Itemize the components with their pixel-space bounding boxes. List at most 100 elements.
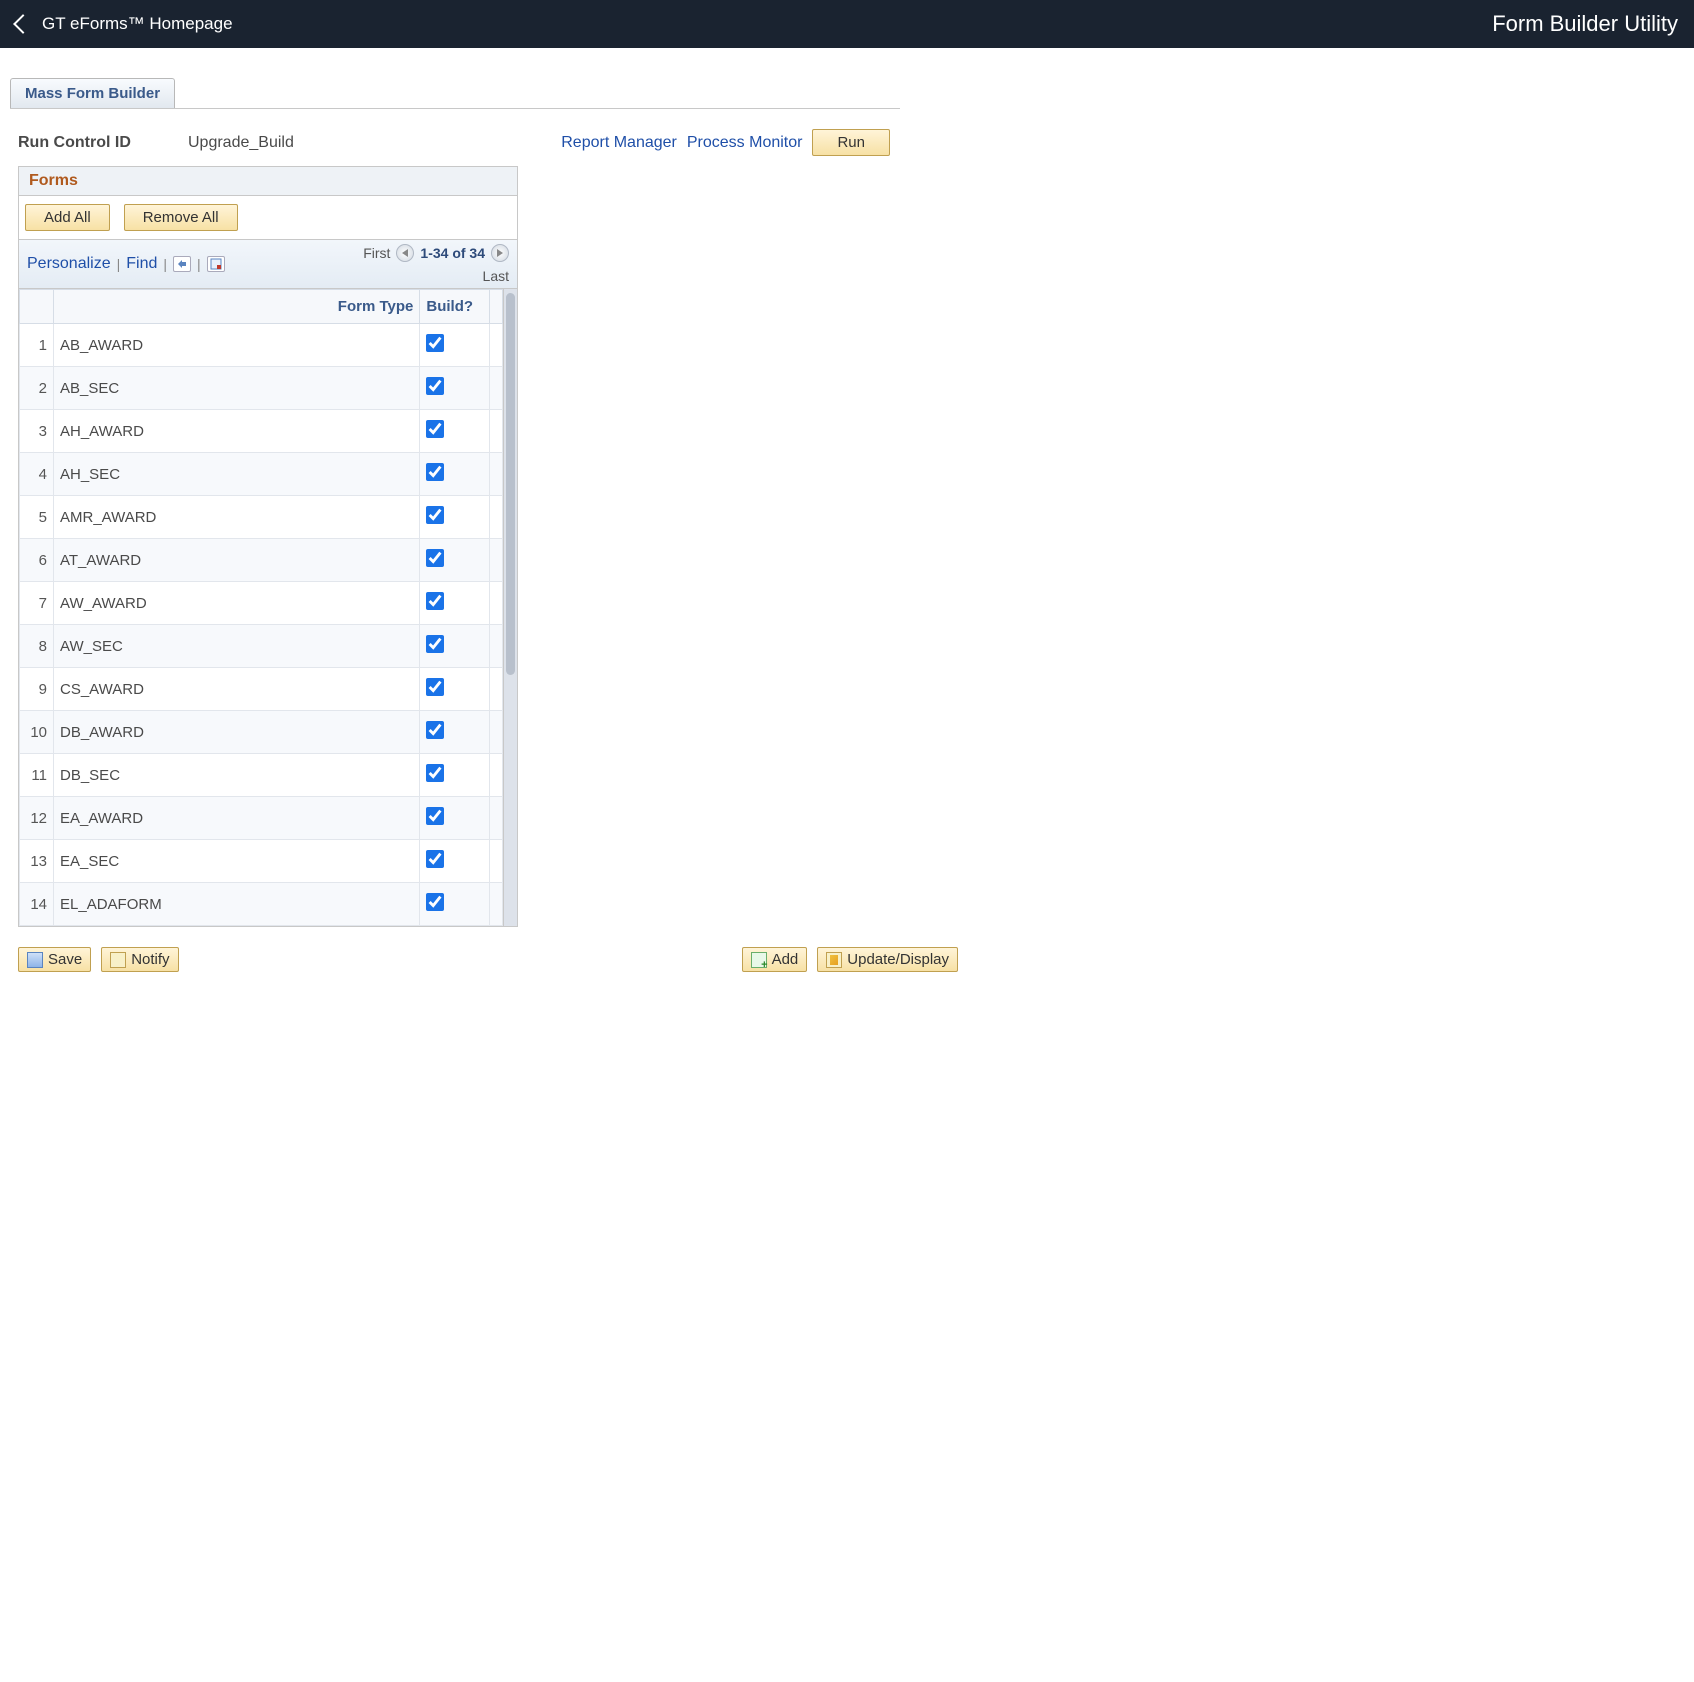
table-row: 12EA_AWARD [20, 797, 503, 840]
table-row: 11DB_SEC [20, 754, 503, 797]
zoom-icon[interactable] [173, 256, 191, 272]
add-all-button[interactable]: Add All [25, 204, 110, 231]
build-checkbox[interactable] [426, 506, 444, 524]
build-cell [420, 754, 490, 797]
build-cell [420, 367, 490, 410]
build-checkbox[interactable] [426, 850, 444, 868]
forms-box: Forms Add All Remove All Personalize | F… [18, 166, 518, 927]
run-control-row: Run Control ID Upgrade_Build Report Mana… [18, 129, 890, 156]
save-button[interactable]: Save [18, 947, 91, 972]
spacer-cell [490, 324, 503, 367]
run-control-value: Upgrade_Build [188, 134, 408, 152]
separator: | [163, 256, 167, 272]
build-checkbox[interactable] [426, 893, 444, 911]
build-checkbox[interactable] [426, 721, 444, 739]
form-type-cell: EA_AWARD [54, 797, 420, 840]
row-number: 4 [20, 453, 54, 496]
form-type-cell: AMR_AWARD [54, 496, 420, 539]
col-spacer [490, 290, 503, 324]
next-page-button[interactable] [491, 244, 509, 262]
build-checkbox[interactable] [426, 549, 444, 567]
form-type-cell: AH_AWARD [54, 410, 420, 453]
run-control-label: Run Control ID [18, 134, 168, 152]
spacer-cell [490, 410, 503, 453]
download-icon[interactable] [207, 256, 225, 272]
forms-actions: Add All Remove All [19, 196, 517, 239]
spacer-cell [490, 883, 503, 926]
run-links: Report Manager Process Monitor Run [561, 129, 890, 156]
report-manager-link[interactable]: Report Manager [561, 134, 677, 152]
build-checkbox[interactable] [426, 807, 444, 825]
row-number: 11 [20, 754, 54, 797]
process-monitor-link[interactable]: Process Monitor [687, 134, 803, 152]
back-link[interactable]: GT eForms™ Homepage [16, 14, 233, 34]
tab-mass-form-builder[interactable]: Mass Form Builder [10, 78, 175, 108]
spacer-cell [490, 453, 503, 496]
add-button[interactable]: Add [742, 947, 808, 972]
table-row: 14EL_ADAFORM [20, 883, 503, 926]
row-number: 7 [20, 582, 54, 625]
build-checkbox[interactable] [426, 377, 444, 395]
topbar: GT eForms™ Homepage Form Builder Utility [0, 0, 1694, 48]
table-row: 4AH_SEC [20, 453, 503, 496]
build-cell [420, 711, 490, 754]
build-cell [420, 883, 490, 926]
form-type-cell: CS_AWARD [54, 668, 420, 711]
update-label: Update/Display [847, 951, 949, 968]
run-button[interactable]: Run [812, 129, 890, 156]
table-row: 7AW_AWARD [20, 582, 503, 625]
spacer-cell [490, 539, 503, 582]
build-checkbox[interactable] [426, 764, 444, 782]
row-number: 10 [20, 711, 54, 754]
page-title: Form Builder Utility [1492, 11, 1678, 37]
notify-label: Notify [131, 951, 169, 968]
find-link[interactable]: Find [126, 255, 157, 273]
scrollbar[interactable] [503, 289, 517, 926]
spacer-cell [490, 840, 503, 883]
last-label[interactable]: Last [331, 268, 509, 284]
separator: | [117, 256, 121, 272]
save-icon [27, 952, 43, 968]
notify-button[interactable]: Notify [101, 947, 178, 972]
prev-page-button[interactable] [396, 244, 414, 262]
row-number: 12 [20, 797, 54, 840]
build-cell [420, 496, 490, 539]
spacer-cell [490, 625, 503, 668]
remove-all-button[interactable]: Remove All [124, 204, 238, 231]
personalize-link[interactable]: Personalize [27, 255, 111, 273]
table-row: 10DB_AWARD [20, 711, 503, 754]
build-checkbox[interactable] [426, 635, 444, 653]
form-type-cell: AW_AWARD [54, 582, 420, 625]
build-cell [420, 539, 490, 582]
row-number: 9 [20, 668, 54, 711]
row-number: 5 [20, 496, 54, 539]
build-checkbox[interactable] [426, 463, 444, 481]
col-build[interactable]: Build? [420, 290, 490, 324]
update-display-button[interactable]: Update/Display [817, 947, 958, 972]
notify-icon [110, 952, 126, 968]
scrollbar-thumb[interactable] [506, 293, 515, 675]
col-form-type[interactable]: Form Type [54, 290, 420, 324]
build-checkbox[interactable] [426, 420, 444, 438]
chevron-left-icon [13, 14, 33, 34]
content: Mass Form Builder Run Control ID Upgrade… [0, 78, 900, 972]
form-type-cell: AB_AWARD [54, 324, 420, 367]
form-type-cell: AH_SEC [54, 453, 420, 496]
row-number: 3 [20, 410, 54, 453]
save-label: Save [48, 951, 82, 968]
back-label: GT eForms™ Homepage [42, 14, 233, 34]
first-label[interactable]: First [363, 245, 390, 261]
spacer-cell [490, 496, 503, 539]
build-checkbox[interactable] [426, 678, 444, 696]
row-number: 14 [20, 883, 54, 926]
build-checkbox[interactable] [426, 592, 444, 610]
add-icon [751, 952, 767, 968]
separator: | [197, 256, 201, 272]
forms-header: Forms [19, 167, 517, 196]
table-row: 6AT_AWARD [20, 539, 503, 582]
build-checkbox[interactable] [426, 334, 444, 352]
form-type-cell: EL_ADAFORM [54, 883, 420, 926]
range-label: 1-34 of 34 [420, 245, 485, 261]
form-type-cell: DB_AWARD [54, 711, 420, 754]
form-type-cell: DB_SEC [54, 754, 420, 797]
